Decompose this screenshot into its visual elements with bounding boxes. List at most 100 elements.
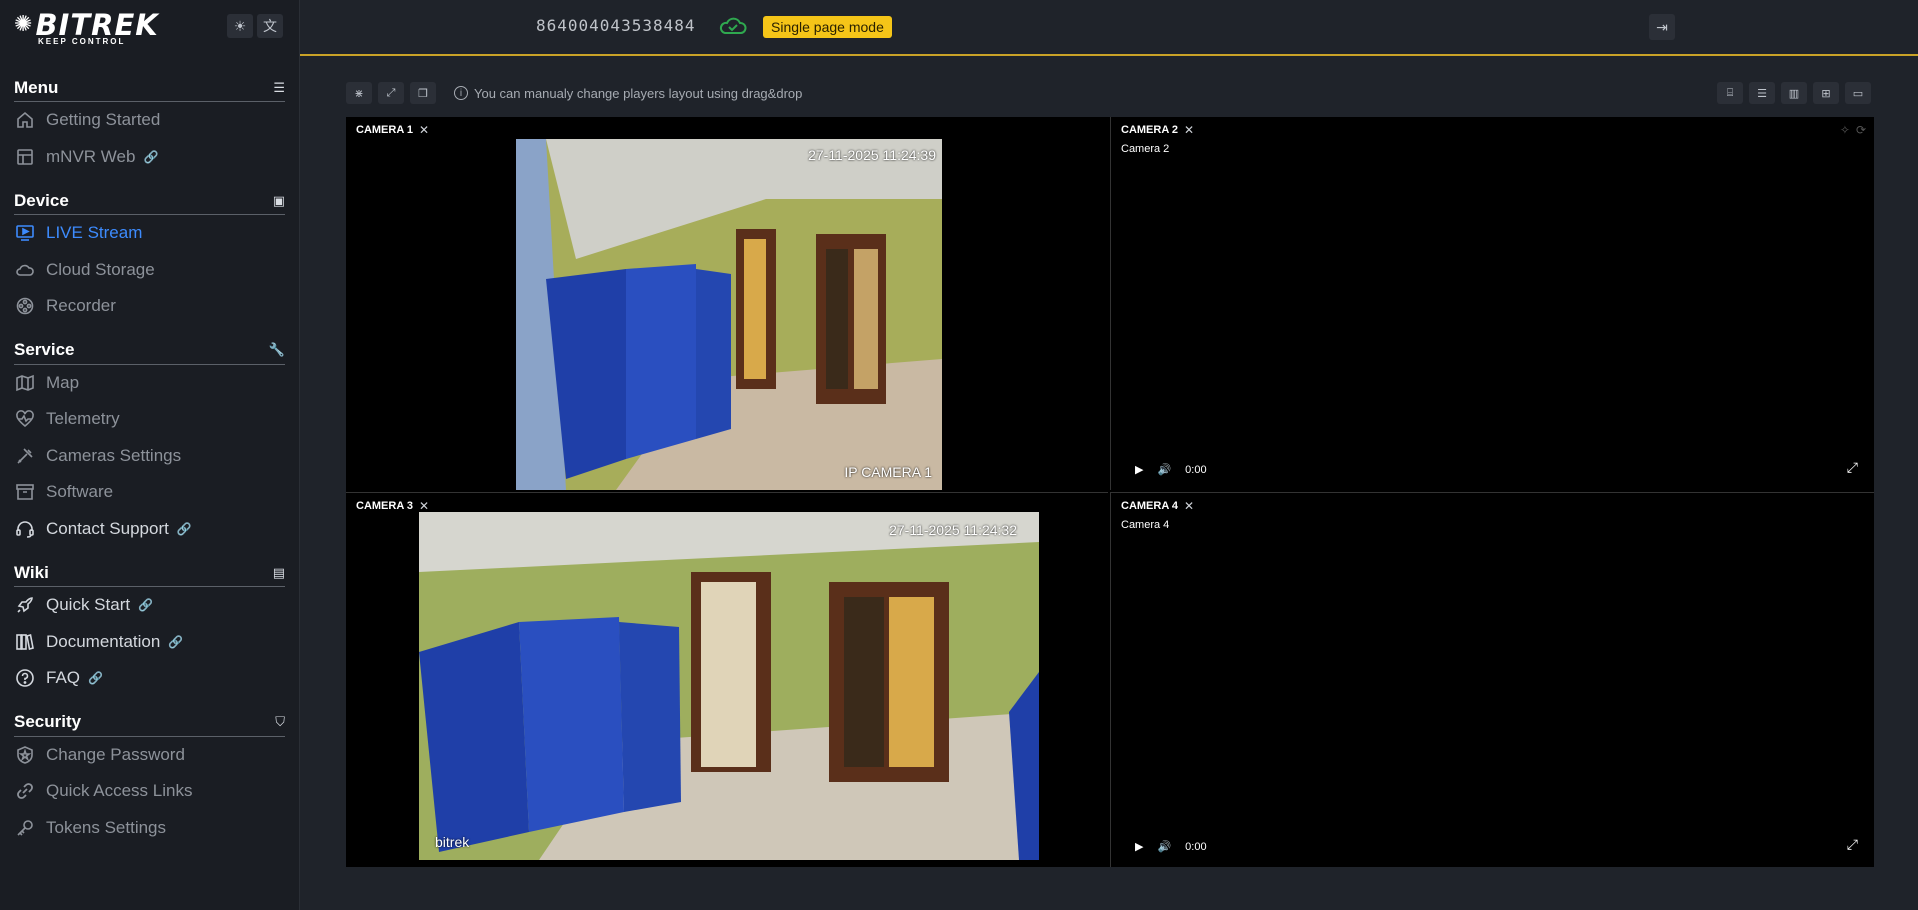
sidebar-item-software[interactable]: Software [14, 474, 285, 511]
sidebar-item-live-stream[interactable]: LIVE Stream [14, 215, 285, 252]
close-icon[interactable]: ✕ [419, 499, 429, 513]
external-link-icon: 🔗 [88, 671, 103, 686]
bitrek-logo[interactable]: ✺ BITREK KEEP CONTROL [14, 7, 159, 46]
sidebar-item-label: Getting Started [46, 110, 161, 130]
sidebar-item-recorder[interactable]: Recorder [14, 288, 285, 325]
camera-label-text: CAMERA 2 [1121, 124, 1179, 136]
external-link-icon: 🔗 [168, 634, 184, 649]
home-icon [14, 109, 36, 131]
external-link-icon: 🔗 [138, 598, 154, 613]
sidebar-item-cloud-storage[interactable]: Cloud Storage [14, 252, 285, 289]
layout-hint-text: You can manualy change players layout us… [474, 85, 803, 101]
section-security: Security ⛉ Change Password Quick Access … [0, 709, 299, 847]
layout-rows-icon[interactable]: ☰ [1749, 82, 1775, 104]
camera-4-name: Camera 4 [1121, 519, 1170, 531]
section-device: Device ▣ LIVE Stream Cloud Storage Recor… [0, 187, 299, 325]
camera-3-frame [419, 512, 1039, 860]
layout-switcher: ⌸ ☰ ▥ ⊞ ▭ [1717, 82, 1871, 104]
volume-icon[interactable]: 🔊 [1157, 840, 1171, 853]
sidebar-item-label: FAQ [46, 668, 81, 688]
question-icon [14, 667, 36, 689]
tools-icon [14, 445, 36, 467]
magic-icon[interactable]: ✧ [1840, 123, 1850, 137]
wrench-icon: 🔧 [268, 342, 285, 357]
layout-icon [14, 146, 36, 168]
sidebar-item-documentation[interactable]: Documentation 🔗 [14, 624, 285, 661]
map-icon [14, 372, 36, 394]
camera-1-timestamp: 27-11-2025 11:24:39 [808, 147, 936, 163]
camera-label-text: CAMERA 4 [1121, 500, 1179, 512]
close-icon[interactable]: ✕ [1184, 123, 1194, 137]
close-icon[interactable]: ✕ [419, 123, 429, 137]
sidebar-item-tokens-settings[interactable]: Tokens Settings [14, 810, 285, 847]
section-service: Service 🔧 Map Telemetry Cameras Settings… [0, 337, 299, 548]
sidebar-item-map[interactable]: Map [14, 365, 285, 402]
camera-2-tools: ✧ ⟳ [1840, 123, 1866, 137]
camera-2-controls: ▶ 🔊 0:00 [1135, 463, 1207, 477]
sidebar: ✺ BITREK KEEP CONTROL ☀ 文 Menu ☰ Getting … [0, 0, 300, 910]
sidebar-item-label: Cloud Storage [46, 259, 155, 279]
fullscreen-icon[interactable]: ⤢ [1847, 836, 1858, 853]
close-icon[interactable]: ✕ [1184, 499, 1194, 513]
camera-3-video[interactable]: 27-11-2025 11:24:32 bitrek [419, 512, 1039, 860]
sidebar-item-label: Map [46, 372, 80, 392]
language-translate-icon[interactable]: 文 [257, 14, 283, 38]
sidebar-item-label: mNVR Web [46, 146, 136, 166]
heart-pulse-icon [14, 408, 36, 430]
fullscreen-icon[interactable]: ⤢ [1847, 459, 1858, 476]
sidebar-item-getting-started[interactable]: Getting Started [14, 102, 285, 139]
single-page-mode-badge[interactable]: Single page mode [763, 16, 892, 38]
volume-icon[interactable]: 🔊 [1157, 463, 1171, 476]
camera-2-player[interactable]: CAMERA 2 ✕ ✧ ⟳ Camera 2 ▶ 🔊 0:00 ⤢ [1110, 117, 1874, 490]
section-title: Service [14, 340, 75, 359]
logo-tagline: KEEP CONTROL [38, 36, 126, 46]
camera-1-overlay-name: IP CAMERA 1 [844, 464, 932, 480]
external-link-icon: 🔗 [176, 521, 192, 536]
sidebar-item-label: Documentation [46, 631, 161, 651]
camera-1-video[interactable]: 27-11-2025 11:24:39 IP CAMERA 1 [516, 139, 942, 490]
play-icon[interactable]: ▶ [1135, 840, 1143, 853]
sidebar-item-quick-start[interactable]: Quick Start 🔗 [14, 587, 285, 624]
sidebar-item-faq[interactable]: FAQ 🔗 [14, 660, 285, 697]
sidebar-item-quick-access-links[interactable]: Quick Access Links [14, 773, 285, 810]
player-grid: CAMERA 1 ✕ 27-11-2025 11:24:39 IP CAMERA … [346, 117, 1874, 867]
camera-4-controls: ▶ 🔊 0:00 [1135, 840, 1207, 854]
layout-columns-icon[interactable]: ▥ [1781, 82, 1807, 104]
camera-label-text: CAMERA 3 [356, 500, 414, 512]
logo-text: BITREK [35, 7, 159, 42]
camera-1-player[interactable]: CAMERA 1 ✕ 27-11-2025 11:24:39 IP CAMERA … [346, 117, 1108, 490]
cloud-check-icon [719, 17, 747, 34]
camera-3-player[interactable]: CAMERA 3 ✕ 27-11-2025 11:24:32 bitrek [346, 492, 1108, 867]
layout-wide-icon[interactable]: ⌸ [1717, 82, 1743, 104]
camera-2-label: CAMERA 2 ✕ [1121, 123, 1194, 137]
expand-icon[interactable]: ⤢ [378, 82, 404, 104]
section-menu: Menu ☰ Getting Started mNVR Web 🔗 [0, 74, 299, 175]
info-icon: i [454, 86, 468, 100]
sidebar-item-cameras-settings[interactable]: Cameras Settings [14, 438, 285, 475]
sidebar-item-telemetry[interactable]: Telemetry [14, 401, 285, 438]
windows-icon[interactable]: ❐ [410, 82, 436, 104]
sidebar-item-label: Change Password [46, 744, 185, 764]
layout-single-icon[interactable]: ▭ [1845, 82, 1871, 104]
camera-4-player[interactable]: CAMERA 4 ✕ Camera 4 ▶ 🔊 0:00 ⤢ [1110, 492, 1874, 867]
section-title: Device [14, 190, 69, 210]
collapse-all-icon[interactable]: ⋇ [346, 82, 372, 104]
cloud-icon [14, 259, 36, 281]
camera-2-name: Camera 2 [1121, 143, 1170, 155]
theme-toggle-sun-icon[interactable]: ☀ [227, 14, 253, 38]
chip-icon: ▣ [272, 192, 285, 208]
sidebar-item-mnvr-web[interactable]: mNVR Web 🔗 [14, 139, 285, 176]
sidebar-item-contact-support[interactable]: Contact Support 🔗 [14, 511, 285, 548]
logo-burst-icon: ✺ [14, 12, 34, 37]
sidebar-item-label: Tokens Settings [46, 817, 167, 837]
book-icon: ▤ [272, 564, 285, 580]
play-icon[interactable]: ▶ [1135, 463, 1143, 476]
section-wiki: Wiki ▤ Quick Start 🔗 Documentation 🔗 FAQ… [0, 559, 299, 697]
sidebar-item-change-password[interactable]: Change Password [14, 737, 285, 774]
hamburger-icon[interactable]: ☰ [273, 80, 285, 96]
logout-icon[interactable]: ⇥ [1649, 14, 1675, 40]
archive-icon [14, 481, 36, 503]
sidebar-item-label: Telemetry [46, 409, 120, 429]
reload-icon[interactable]: ⟳ [1856, 123, 1866, 137]
layout-grid-icon[interactable]: ⊞ [1813, 82, 1839, 104]
